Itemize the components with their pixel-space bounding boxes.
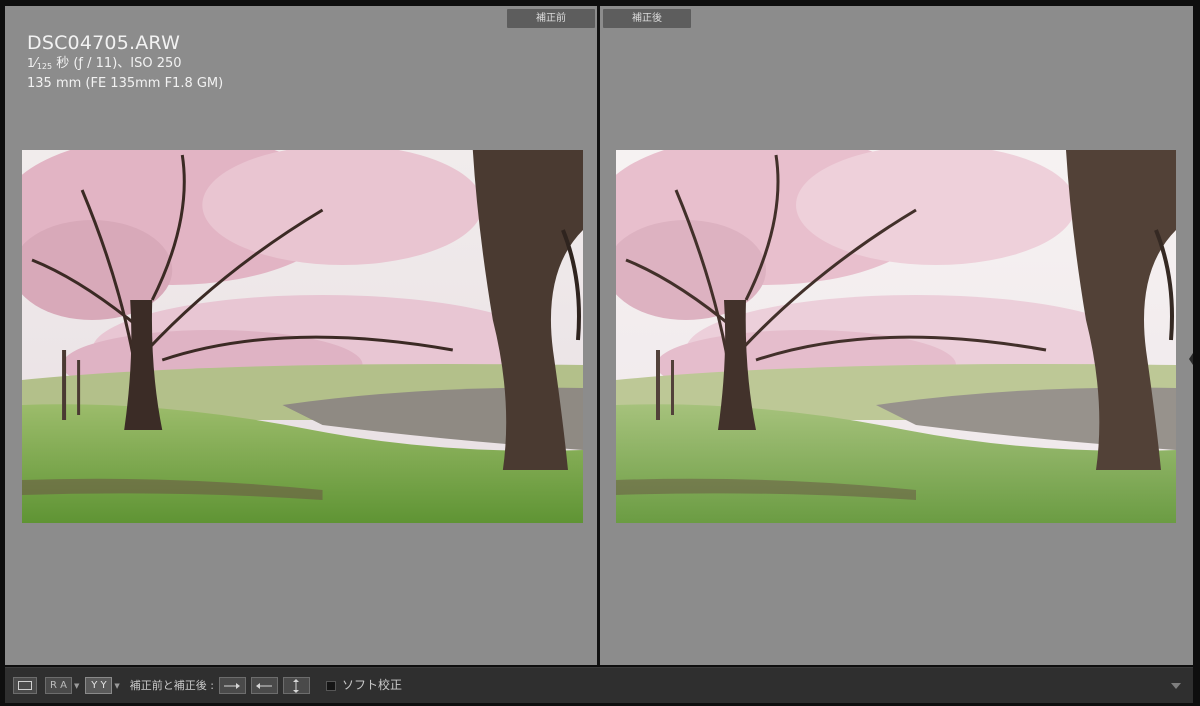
after-tag: 補正後: [603, 9, 691, 28]
copy-after-to-before-button[interactable]: [250, 677, 278, 694]
copy-right-arrow-icon: [224, 682, 241, 689]
single-view-button[interactable]: [13, 677, 37, 694]
before-pane[interactable]: 補正前 DSC04705.ARW 1⁄125 秒 (ƒ / 11)、ISO 25…: [5, 6, 597, 665]
ra-label: R A: [50, 680, 67, 691]
swap-vertical-icon: [293, 678, 300, 693]
before-tag: 補正前: [507, 9, 595, 28]
side-panel-arrow-icon[interactable]: [1189, 353, 1193, 365]
exposure-rest: 秒 (ƒ / 11)、ISO 250: [52, 56, 182, 71]
chevron-down-icon[interactable]: ▼: [74, 682, 79, 690]
lightroom-compare-view: 補正前 DSC04705.ARW 1⁄125 秒 (ƒ / 11)、ISO 25…: [0, 0, 1200, 706]
before-photo[interactable]: [22, 150, 583, 523]
shutter-denominator: 125: [36, 62, 53, 71]
left-right-compare-button[interactable]: R A: [45, 677, 72, 694]
copy-left-arrow-icon: [256, 682, 273, 689]
cherry-blossom-photo-after: [616, 150, 1176, 523]
photo-info-overlay: DSC04705.ARW 1⁄125 秒 (ƒ / 11)、ISO 250 13…: [27, 31, 223, 92]
shutter-numerator: 1: [27, 56, 35, 70]
before-after-label: 補正前と補正後 :: [129, 679, 214, 692]
chevron-down-icon[interactable]: ▼: [114, 682, 119, 690]
after-photo[interactable]: [616, 150, 1176, 523]
triangle-down-icon[interactable]: [1171, 682, 1181, 689]
single-view-icon: [18, 681, 32, 690]
yy-label: Y Y: [91, 680, 107, 691]
after-pane[interactable]: 補正後: [600, 6, 1193, 665]
exposure-line: 1⁄125 秒 (ƒ / 11)、ISO 250: [27, 56, 182, 71]
lens-line: 135 mm (FE 135mm F1.8 GM): [27, 76, 224, 91]
cherry-blossom-photo-before: [22, 150, 583, 523]
swap-before-after-button[interactable]: [282, 677, 310, 694]
copy-before-to-after-button[interactable]: [218, 677, 246, 694]
soft-proof-label: ソフト校正: [341, 678, 402, 692]
bottom-toolbar: R A ▼ Y Y ▼ 補正前と補正後 : ソフト校正: [5, 667, 1193, 703]
filename-label: DSC04705.ARW: [27, 32, 181, 54]
side-by-side-compare-button[interactable]: Y Y: [85, 677, 113, 694]
soft-proof-checkbox[interactable]: [325, 680, 336, 691]
